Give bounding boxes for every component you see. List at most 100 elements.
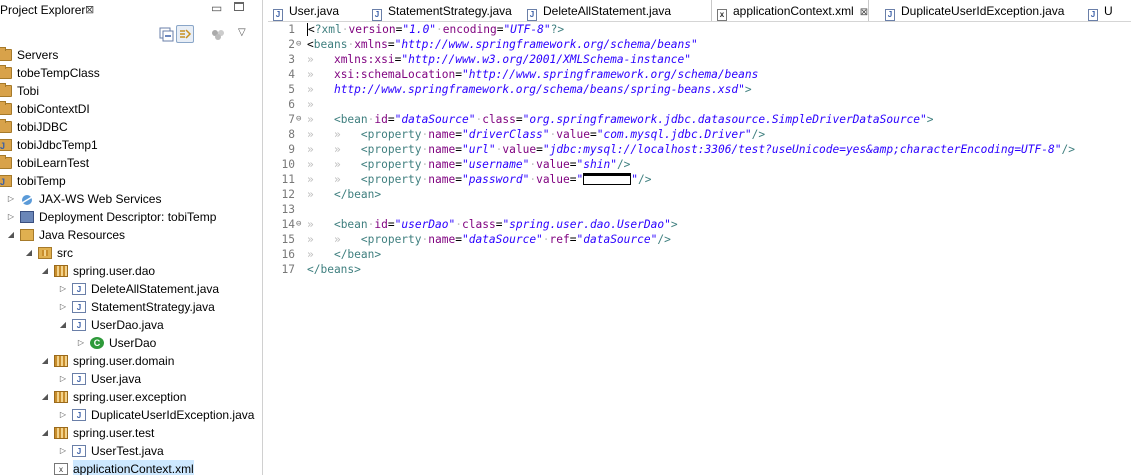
- editor-tab[interactable]: x applicationContext.xml ⊠: [711, 0, 870, 21]
- tree-item[interactable]: ▷ Deployment Descriptor: tobiTemp: [0, 208, 262, 226]
- tree-item[interactable]: ◢ spring.user.domain: [0, 352, 262, 370]
- collapse-arrow-icon[interactable]: ◢: [40, 262, 50, 280]
- expand-arrow-icon[interactable]: ▷: [58, 442, 68, 460]
- editor-tab[interactable]: J DuplicateUserIdException.java: [885, 0, 1064, 21]
- code-token: » »: [307, 158, 361, 171]
- folder-icon: [0, 155, 12, 169]
- code-text[interactable]: » xmlns:xsi="http://www.w3.org/2001/XMLS…: [307, 52, 691, 67]
- expand-arrow-icon[interactable]: ▷: [58, 370, 68, 388]
- fold-toggle-icon[interactable]: ⊖: [296, 217, 301, 232]
- folder-icon: [0, 65, 12, 79]
- explorer-title[interactable]: Project Explorer: [0, 3, 85, 17]
- fold-toggle-icon[interactable]: ⊖: [296, 112, 301, 127]
- xml-source-editor[interactable]: 1 <?xml·version="1.0"·encoding="UTF-8"?> 2…: [268, 22, 1131, 475]
- code-token: class: [482, 113, 516, 126]
- tree-item[interactable]: tobiTemp: [0, 172, 262, 191]
- expand-arrow-icon[interactable]: ▷: [76, 334, 86, 352]
- tree-item[interactable]: tobiJdbcTemp1: [0, 136, 262, 155]
- tree-item[interactable]: ▷ J User.java: [0, 370, 262, 388]
- code-text[interactable]: » http://www.springframework.org/schema/…: [307, 82, 752, 97]
- code-token: =: [387, 218, 395, 231]
- collapse-arrow-icon[interactable]: ◢: [6, 226, 16, 244]
- code-text[interactable]: » » <property·name="password"·value=" "/>: [307, 172, 652, 187]
- collapse-arrow-icon[interactable]: ◢: [40, 388, 50, 406]
- line-number: 12: [281, 188, 295, 201]
- code-text[interactable]: »: [307, 97, 314, 112]
- code-token: />: [638, 173, 652, 186]
- code-token: ·: [436, 23, 443, 36]
- code-token: "UTF-8": [503, 23, 551, 36]
- expand-arrow-icon[interactable]: ▷: [58, 406, 68, 424]
- code-token: "driverClass": [461, 128, 550, 141]
- fold-toggle-icon[interactable]: ⊖: [296, 37, 301, 52]
- tree-item[interactable]: ▷ J DeleteAllStatement.java: [0, 280, 262, 298]
- tree-item[interactable]: tobiContextDI: [0, 100, 262, 118]
- line-number: 2: [288, 38, 295, 51]
- tree-item[interactable]: ◢ spring.user.test: [0, 424, 262, 442]
- expand-arrow-icon[interactable]: ▷: [6, 208, 16, 226]
- editor-tab[interactable]: J DeleteAllStatement.java: [527, 0, 671, 21]
- tree-item[interactable]: ▷ J StatementStrategy.java: [0, 298, 262, 316]
- code-text[interactable]: » xsi:schemaLocation="http://www.springf…: [307, 67, 758, 82]
- code-token: <: [307, 23, 315, 36]
- code-token: "org.springframework.jdbc.datasource.Sim…: [522, 113, 927, 126]
- close-view-icon[interactable]: ⊠: [85, 3, 94, 16]
- tree-item[interactable]: ◢ spring.user.exception: [0, 388, 262, 406]
- code-token: "userDao": [394, 218, 456, 231]
- collapse-arrow-icon[interactable]: ◢: [40, 352, 50, 370]
- code-token: value: [536, 158, 570, 171]
- code-text[interactable]: » » <property·name="url"·value="jdbc:mys…: [307, 142, 1075, 157]
- tree-item[interactable]: Servers: [0, 46, 262, 64]
- editor-tab-label: U: [1104, 4, 1113, 18]
- tree-item[interactable]: Tobi: [0, 82, 262, 100]
- expand-arrow-icon[interactable]: ▷: [58, 280, 68, 298]
- tree-item[interactable]: ◢ src: [0, 244, 262, 262]
- tree-item-label: StatementStrategy.java: [91, 300, 215, 314]
- tree-item[interactable]: ◢ Java Resources: [0, 226, 262, 244]
- tree-item[interactable]: ▷ C UserDao: [0, 334, 262, 352]
- tree-item-label: tobiContextDI: [17, 102, 90, 116]
- tree-item[interactable]: ▷ J UserTest.java: [0, 442, 262, 460]
- tree-item[interactable]: ◢ J UserDao.java: [0, 316, 262, 334]
- focus-on-active-task-icon[interactable]: [209, 25, 227, 43]
- collapse-all-icon[interactable]: [157, 25, 175, 43]
- code-line: 16 » </bean>: [268, 247, 1131, 262]
- code-text[interactable]: » <bean·id="dataSource"·class="org.sprin…: [307, 112, 934, 127]
- minimize-icon[interactable]: ▭: [211, 1, 222, 15]
- editor-tab[interactable]: JU: [1088, 0, 1113, 21]
- code-line: 6»: [268, 97, 1131, 112]
- maximize-icon[interactable]: [234, 2, 244, 11]
- code-token: >: [744, 83, 752, 96]
- close-tab-icon[interactable]: ⊠: [860, 7, 868, 18]
- editor-tab[interactable]: J User.java: [273, 0, 339, 21]
- tree-item[interactable]: x applicationContext.xml: [0, 460, 262, 475]
- tree-item[interactable]: ▷ JAX-WS Web Services: [0, 190, 262, 208]
- collapse-arrow-icon[interactable]: ◢: [40, 424, 50, 442]
- editor-tab-label: StatementStrategy.java: [388, 4, 512, 18]
- tree-item[interactable]: tobiJDBC: [0, 118, 262, 136]
- tree-item[interactable]: ◢ spring.user.dao: [0, 262, 262, 280]
- code-text[interactable]: » » <property·name="username"·value="shi…: [307, 157, 630, 172]
- code-text[interactable]: » » <property·name="dataSource"·ref="dat…: [307, 232, 671, 247]
- tree-item-label: UserDao.java: [91, 318, 164, 332]
- link-with-editor-icon[interactable]: [176, 25, 194, 43]
- code-text[interactable]: </beans>: [307, 262, 361, 277]
- tree-item[interactable]: tobeTempClass: [0, 64, 262, 82]
- code-text[interactable]: » » <property·name="driverClass"·value="…: [307, 127, 765, 142]
- code-text[interactable]: » <bean·id="userDao"·class="spring.user.…: [307, 217, 678, 232]
- tree-item-label: DuplicateUserIdException.java: [91, 408, 255, 422]
- tree-item[interactable]: tobiLearnTest: [0, 154, 262, 172]
- code-text[interactable]: » </bean>: [307, 247, 381, 262]
- xml-file-icon: x: [717, 9, 727, 21]
- collapse-arrow-icon[interactable]: ◢: [58, 316, 68, 334]
- tree-item[interactable]: ▷ J DuplicateUserIdException.java: [0, 406, 262, 424]
- code-text[interactable]: <beans·xmlns="http://www.springframework…: [307, 37, 698, 52]
- code-token: "spring.user.dao.UserDao": [502, 218, 671, 231]
- expand-arrow-icon[interactable]: ▷: [58, 298, 68, 316]
- code-text[interactable]: » </bean>: [307, 187, 381, 202]
- view-menu-icon[interactable]: ▽: [238, 27, 256, 45]
- editor-tab[interactable]: J StatementStrategy.java: [372, 0, 512, 21]
- collapse-arrow-icon[interactable]: ◢: [24, 244, 34, 262]
- expand-arrow-icon[interactable]: ▷: [6, 190, 16, 208]
- code-text[interactable]: <?xml·version="1.0"·encoding="UTF-8"?>: [307, 22, 564, 37]
